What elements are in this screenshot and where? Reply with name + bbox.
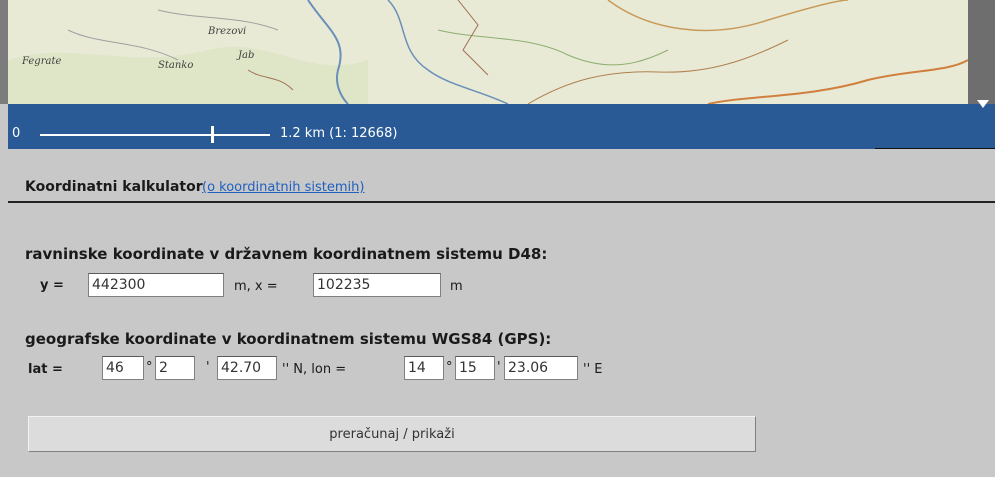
map-view[interactable]: Brezovi Fegrate Stanko Jab [0,0,995,104]
y-label: y = [40,278,64,293]
lat-minute-symbol: ' [206,360,210,375]
corner-marker-icon [977,100,989,108]
lat-suffix-label: '' N, lon = [282,362,347,377]
lon-degree-symbol: ° [446,360,453,375]
x-coordinate-input[interactable] [313,273,441,297]
lon-degrees-input[interactable] [404,356,444,380]
calculate-show-button[interactable]: preračunaj / prikaži [28,416,756,452]
lon-seconds-input[interactable] [504,356,578,380]
d48-heading: ravninske koordinate v državnem koordina… [25,245,548,263]
topographic-map-tile[interactable]: Brezovi Fegrate Stanko Jab [8,0,968,104]
scale-distance-label: 1.2 km (1: 12668) [280,126,398,141]
y-unit-label: m, x = [234,279,278,294]
lat-degrees-input[interactable] [102,356,144,380]
calculator-title: Koordinatni kalkulator [25,179,203,195]
map-border [968,0,995,104]
scale-tick [211,126,214,143]
map-terrain-drawing [8,0,968,104]
map-place-label: Jab [238,50,255,61]
lon-minute-symbol: ' [497,360,501,375]
scale-line [40,134,270,136]
map-place-label: Stanko [158,60,194,71]
lat-label: lat = [28,362,63,377]
x-unit-label: m [450,279,463,294]
calculator-header: Koordinatni kalkulator (o koordinatnih s… [8,149,995,203]
coordinate-systems-link[interactable]: (o koordinatnih sistemih) [202,180,364,195]
lat-seconds-input[interactable] [217,356,277,380]
wgs84-heading: geografske koordinate v koordinatnem sis… [25,330,552,348]
lon-minutes-input[interactable] [455,356,495,380]
coordinate-calculator: Koordinatni kalkulator (o koordinatnih s… [8,149,995,477]
map-application: Brezovi Fegrate Stanko Jab 0 1.2 km (1: … [0,0,995,477]
scale-zero-label: 0 [12,126,21,141]
map-place-label: Brezovi [208,26,247,37]
y-coordinate-input[interactable] [88,273,224,297]
map-place-label: Fegrate [22,56,62,67]
lat-minutes-input[interactable] [155,356,195,380]
lon-suffix-label: '' E [583,362,603,377]
scale-bar: 0 1.2 km (1: 12668) [8,100,995,154]
lat-degree-symbol: ° [146,360,153,375]
